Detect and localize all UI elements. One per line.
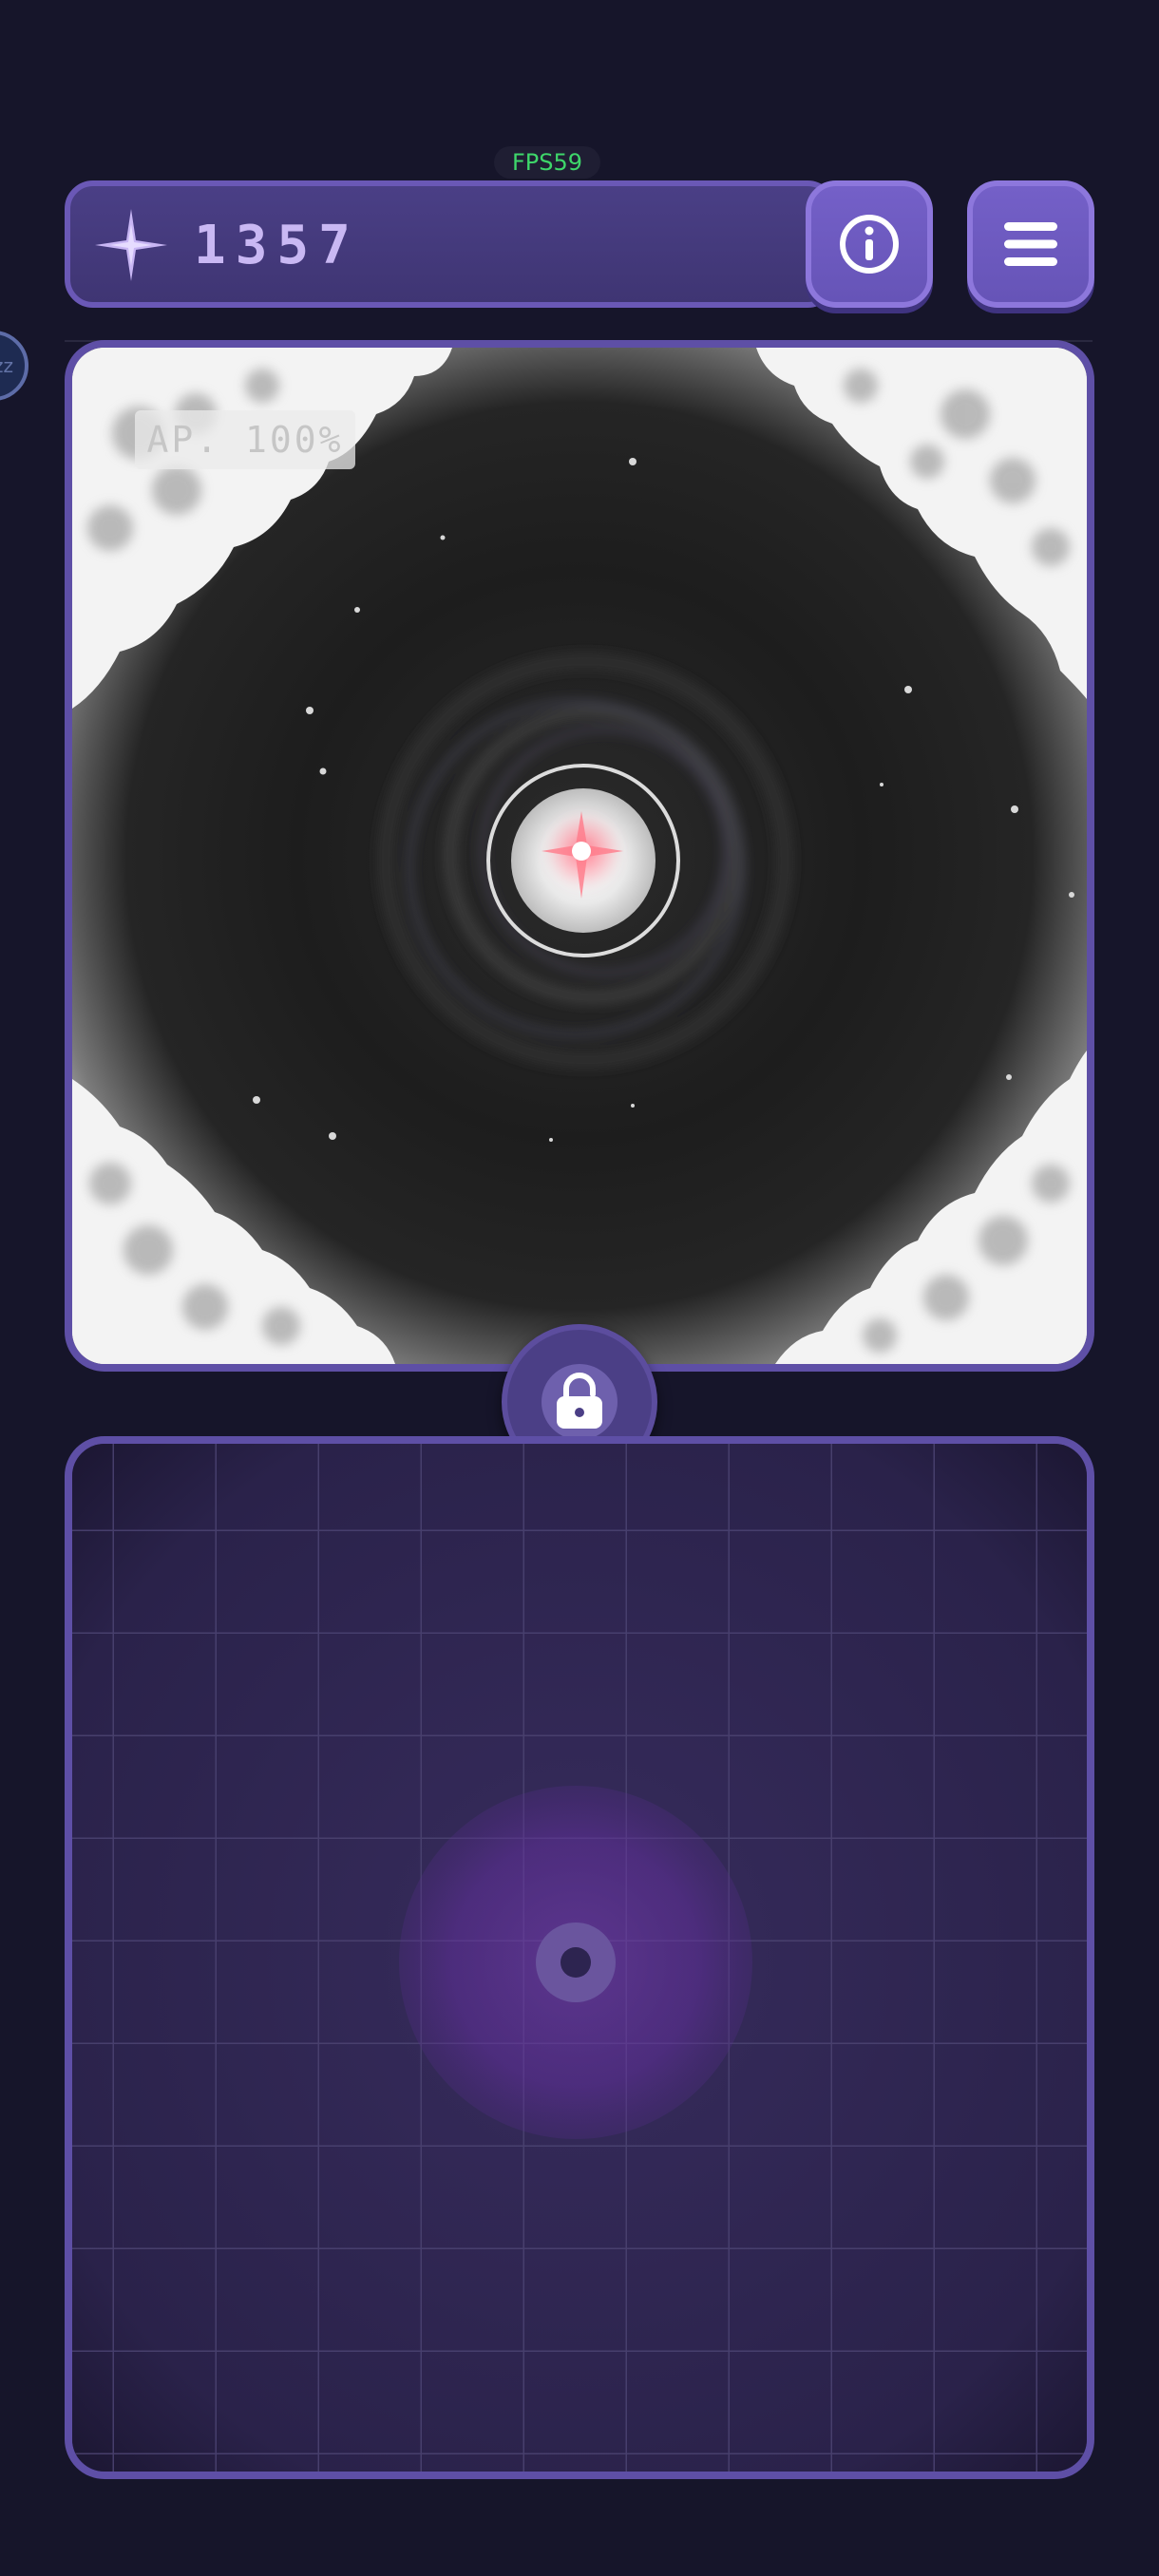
lock-button-face: [542, 1364, 618, 1440]
side-badge[interactable]: zz: [0, 331, 28, 401]
space-scene: [72, 348, 1087, 1364]
menu-button[interactable]: [967, 180, 1094, 308]
lock-icon: [557, 1373, 602, 1429]
star-icon: [95, 209, 167, 281]
game-viewport[interactable]: AP. 100%: [65, 340, 1094, 1372]
fps-counter: FPS59: [494, 146, 600, 179]
ap-label: AP. 100%: [135, 410, 355, 469]
hamburger-menu-icon: [1004, 222, 1057, 266]
score-panel: 1357: [65, 180, 836, 308]
central-orb: [486, 764, 680, 957]
control-pad[interactable]: [65, 1436, 1094, 2479]
control-pad-grid: [72, 1444, 1087, 2472]
info-button[interactable]: [806, 180, 933, 308]
info-icon: [840, 215, 899, 274]
score-value: 1357: [194, 215, 360, 276]
